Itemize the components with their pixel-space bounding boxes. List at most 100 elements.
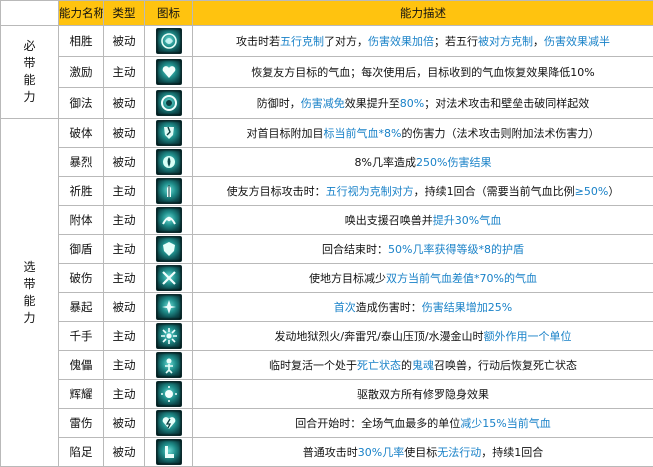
highlight-text: 提升30%气血 <box>433 214 501 227</box>
description-text: 攻击时若 <box>236 35 280 48</box>
ability-name: 破伤 <box>59 264 104 293</box>
ability-description: 回合开始时：全场气血最多的单位减少15%当前气血 <box>193 409 653 438</box>
highlight-text: 80% <box>400 97 424 110</box>
description-text: 召唤兽，行动后恢复死亡状态 <box>434 359 577 372</box>
ability-description: 首次造成伤害时：伤害结果增加25% <box>193 293 653 322</box>
ability-type: 被动 <box>104 88 145 119</box>
description-text: 防御时， <box>257 97 301 110</box>
highlight-text: 死亡状态 <box>357 359 401 372</box>
trapped-foot-icon <box>156 439 182 465</box>
description-text: 对首目标附加目 <box>247 127 324 140</box>
ability-type: 被动 <box>104 409 145 438</box>
group-label-optional: 选带能力 <box>1 119 59 467</box>
ability-icon-cell <box>145 26 193 57</box>
ability-name: 祈胜 <box>59 177 104 206</box>
highlight-text: 减少15%当前气血 <box>460 417 550 430</box>
ability-icon-cell <box>145 438 193 467</box>
table-row: 暴起被动 首次造成伤害时：伤害结果增加25% <box>1 293 653 322</box>
table-row: 必带能力相胜被动攻击时若五行克制了对方，伤害效果加倍；若五行被对方克制，伤害效果… <box>1 26 653 57</box>
highlight-text: 额外作用一个单位 <box>484 330 572 343</box>
description-text: 8%几率造成 <box>355 156 416 169</box>
ability-type: 被动 <box>104 26 145 57</box>
highlight-text: 伤害减免 <box>301 97 345 110</box>
description-text: 的伤害力（法术攻击则附加法术伤害力） <box>401 127 599 140</box>
ability-type: 被动 <box>104 293 145 322</box>
ability-icon-cell <box>145 177 193 206</box>
table-row: 陷足被动普通攻击时30%几率使目标无法行动，持续1回合 <box>1 438 653 467</box>
fire-orb-icon <box>156 149 182 175</box>
heart-emblem-icon <box>156 59 182 85</box>
ability-name: 御法 <box>59 88 104 119</box>
ability-type: 主动 <box>104 206 145 235</box>
ability-name: 激励 <box>59 57 104 88</box>
header-blank-cell <box>1 1 59 26</box>
many-hands-icon <box>156 323 182 349</box>
description-text: 唤出支援召唤兽并 <box>345 214 433 227</box>
ability-description: 临时复活一个处于死亡状态的鬼魂召唤兽，行动后恢复死亡状态 <box>193 351 653 380</box>
ability-description: 8%几率造成250%伤害结果 <box>193 148 653 177</box>
highlight-text: 伤害结果增加25% <box>422 301 512 314</box>
description-text: 回合开始时：全场气血最多的单位 <box>295 417 460 430</box>
ability-description: 对首目标附加目标当前气血*8%的伤害力（法术攻击则附加法术伤害力） <box>193 119 653 148</box>
ability-type: 主动 <box>104 264 145 293</box>
guard-shield-icon <box>156 236 182 262</box>
ability-type: 被动 <box>104 148 145 177</box>
ability-name: 暴起 <box>59 293 104 322</box>
ability-description: 发动地狱烈火/奔雷咒/泰山压顶/水漫金山时额外作用一个单位 <box>193 322 653 351</box>
ability-name: 相胜 <box>59 26 104 57</box>
table-row: 破伤主动 使地方目标减少双方当前气血差值*70%的气血 <box>1 264 653 293</box>
table-row: 辉耀主动驱散双方所有修罗隐身效果 <box>1 380 653 409</box>
ability-description: 唤出支援召唤兽并提升30%气血 <box>193 206 653 235</box>
description-text: ，持续1回合 <box>481 446 543 459</box>
highlight-text: 等级*8的护盾 <box>456 243 524 256</box>
ability-type: 被动 <box>104 119 145 148</box>
ability-description: 驱散双方所有修罗隐身效果 <box>193 380 653 409</box>
description-text: 恢复友方目标的气血；每次使用后，目标收到的气血恢复效果降低10% <box>251 66 594 79</box>
ability-icon-cell <box>145 235 193 264</box>
table-row: 雷伤被动回合开始时：全场气血最多的单位减少15%当前气血 <box>1 409 653 438</box>
description-text: 了对方， <box>324 35 368 48</box>
ability-icon-cell <box>145 380 193 409</box>
highlight-text: 250%伤害结果 <box>416 156 491 169</box>
puppet-icon <box>156 352 182 378</box>
description-text: 普通攻击时 <box>303 446 358 459</box>
ability-icon-cell <box>145 351 193 380</box>
description-text: 的 <box>401 359 412 372</box>
ability-icon-cell <box>145 322 193 351</box>
description-text: 使友方目标攻击时： <box>227 185 326 198</box>
ability-table: 能力名称 类型 图标 能力描述 必带能力相胜被动攻击时若五行克制了对方，伤害效果… <box>0 0 653 467</box>
ability-type: 主动 <box>104 235 145 264</box>
ability-icon-cell <box>145 148 193 177</box>
description-text: 临时复活一个处于 <box>269 359 357 372</box>
highlight-text: ≥50% <box>575 185 609 198</box>
highlight-text: 鬼魂 <box>412 359 434 372</box>
highlight-text: 无法行动 <box>437 446 481 459</box>
table-row: 祈胜主动使友方目标攻击时：五行视为克制对方，持续1回合（需要当前气血比例≥50%… <box>1 177 653 206</box>
ability-name: 辉耀 <box>59 380 104 409</box>
spirit-possess-icon <box>156 207 182 233</box>
ability-icon-cell <box>145 57 193 88</box>
ability-icon-cell <box>145 88 193 119</box>
broken-armor-icon <box>156 120 182 146</box>
ability-icon-cell <box>145 206 193 235</box>
ability-name: 千手 <box>59 322 104 351</box>
crossed-blades-icon <box>156 265 182 291</box>
ability-name: 傀儡 <box>59 351 104 380</box>
lightning-heart-icon <box>156 410 182 436</box>
ability-name: 御盾 <box>59 235 104 264</box>
header-icon: 图标 <box>145 1 193 26</box>
description-text: 回合结束时： <box>322 243 388 256</box>
ability-description: 普通攻击时30%几率使目标无法行动，持续1回合 <box>193 438 653 467</box>
highlight-text: 被对方克制 <box>478 35 533 48</box>
ability-description: 使地方目标减少双方当前气血差值*70%的气血 <box>193 264 653 293</box>
ability-type: 主动 <box>104 57 145 88</box>
ability-description: 恢复友方目标的气血；每次使用后，目标收到的气血恢复效果降低10% <box>193 57 653 88</box>
highlight-text: 五行克制 <box>280 35 324 48</box>
description-text: ；对法术攻击和壁垒击破同样起效 <box>424 97 589 110</box>
description-text: ，持续1回合（需要当前气血比例 <box>414 185 575 198</box>
ability-type: 主动 <box>104 322 145 351</box>
table-row: 御法被动 防御时，伤害减免效果提升至80%；对法术攻击和壁垒击破同样起效 <box>1 88 653 119</box>
description-text: 驱散双方所有修罗隐身效果 <box>357 388 489 401</box>
description-text: 发动地狱烈火/奔雷咒/泰山压顶/水漫金山时 <box>274 330 483 343</box>
description-text: 效果提升至 <box>345 97 400 110</box>
